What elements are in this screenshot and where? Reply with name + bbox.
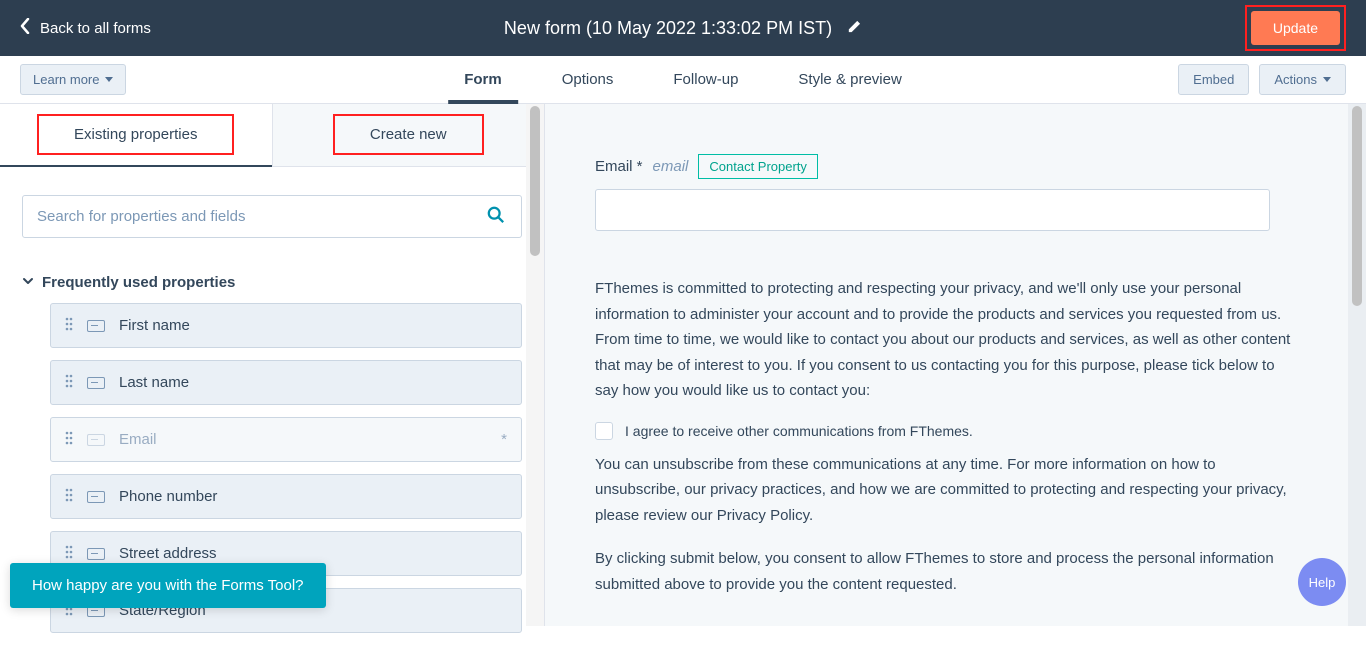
feedback-toast[interactable]: How happy are you with the Forms Tool?: [10, 563, 326, 608]
consent-label: I agree to receive other communications …: [625, 423, 973, 439]
search-box[interactable]: [22, 195, 522, 238]
text-field-icon: [87, 434, 105, 446]
actions-button[interactable]: Actions: [1259, 64, 1346, 95]
actions-label: Actions: [1274, 72, 1317, 87]
drag-handle-icon[interactable]: [65, 487, 73, 506]
right-scrollbar-thumb[interactable]: [1352, 106, 1362, 306]
property-label: First name: [119, 317, 190, 334]
property-item[interactable]: Last name: [50, 360, 522, 405]
learn-more-label: Learn more: [33, 72, 99, 87]
page-title: New form (10 May 2022 1:33:02 PM IST): [504, 18, 832, 39]
chevron-left-icon: [20, 18, 30, 38]
drag-handle-icon[interactable]: [65, 373, 73, 392]
update-button[interactable]: Update: [1251, 11, 1340, 45]
embed-button[interactable]: Embed: [1178, 64, 1249, 95]
email-input[interactable]: [595, 189, 1270, 231]
left-scrollbar-thumb[interactable]: [530, 106, 540, 256]
required-indicator: *: [501, 431, 507, 448]
privacy-text-2: You can unsubscribe from these communica…: [595, 452, 1295, 529]
property-item[interactable]: First name: [50, 303, 522, 348]
text-field-icon: [87, 377, 105, 389]
property-label: Last name: [119, 374, 189, 391]
back-to-forms-link[interactable]: Back to all forms: [20, 18, 151, 38]
drag-handle-icon[interactable]: [65, 316, 73, 335]
contact-property-badge: Contact Property: [698, 154, 818, 179]
help-button[interactable]: Help: [1298, 558, 1346, 606]
property-item[interactable]: Email *: [50, 417, 522, 462]
left-scrollbar[interactable]: [526, 104, 544, 626]
tab-create-label: Create new: [333, 114, 484, 155]
drag-handle-icon[interactable]: [65, 544, 73, 563]
section-frequently-used[interactable]: Frequently used properties: [0, 248, 544, 303]
tab-style-preview[interactable]: Style & preview: [798, 56, 901, 103]
section-title: Frequently used properties: [42, 274, 235, 291]
search-input[interactable]: [37, 208, 507, 225]
property-label: Phone number: [119, 488, 217, 505]
property-label: Email: [119, 431, 157, 448]
right-scrollbar[interactable]: [1348, 104, 1366, 626]
search-icon: [487, 206, 505, 227]
tab-options[interactable]: Options: [562, 56, 614, 103]
text-field-icon: [87, 491, 105, 503]
learn-more-button[interactable]: Learn more: [20, 64, 126, 95]
caret-down-icon: [105, 77, 113, 82]
edit-title-icon[interactable]: [847, 18, 862, 39]
email-field-label: Email *: [595, 158, 643, 175]
privacy-text-3: By clicking submit below, you consent to…: [595, 546, 1295, 597]
text-field-icon: [87, 548, 105, 560]
consent-checkbox[interactable]: [595, 422, 613, 440]
caret-down-icon: [1323, 77, 1331, 82]
property-item[interactable]: Phone number: [50, 474, 522, 519]
chevron-down-icon: [22, 274, 34, 291]
tab-form[interactable]: Form: [464, 56, 502, 103]
tab-follow-up[interactable]: Follow-up: [673, 56, 738, 103]
text-field-icon: [87, 320, 105, 332]
tab-create-new[interactable]: Create new: [272, 104, 545, 166]
update-highlight: Update: [1245, 5, 1346, 51]
tab-existing-label: Existing properties: [37, 114, 234, 155]
privacy-text-1: FThemes is committed to protecting and r…: [595, 276, 1295, 404]
tab-existing-properties[interactable]: Existing properties: [0, 104, 272, 167]
drag-handle-icon[interactable]: [65, 430, 73, 449]
email-field-type: email: [653, 158, 689, 175]
property-label: Street address: [119, 545, 217, 562]
back-label: Back to all forms: [40, 20, 151, 37]
